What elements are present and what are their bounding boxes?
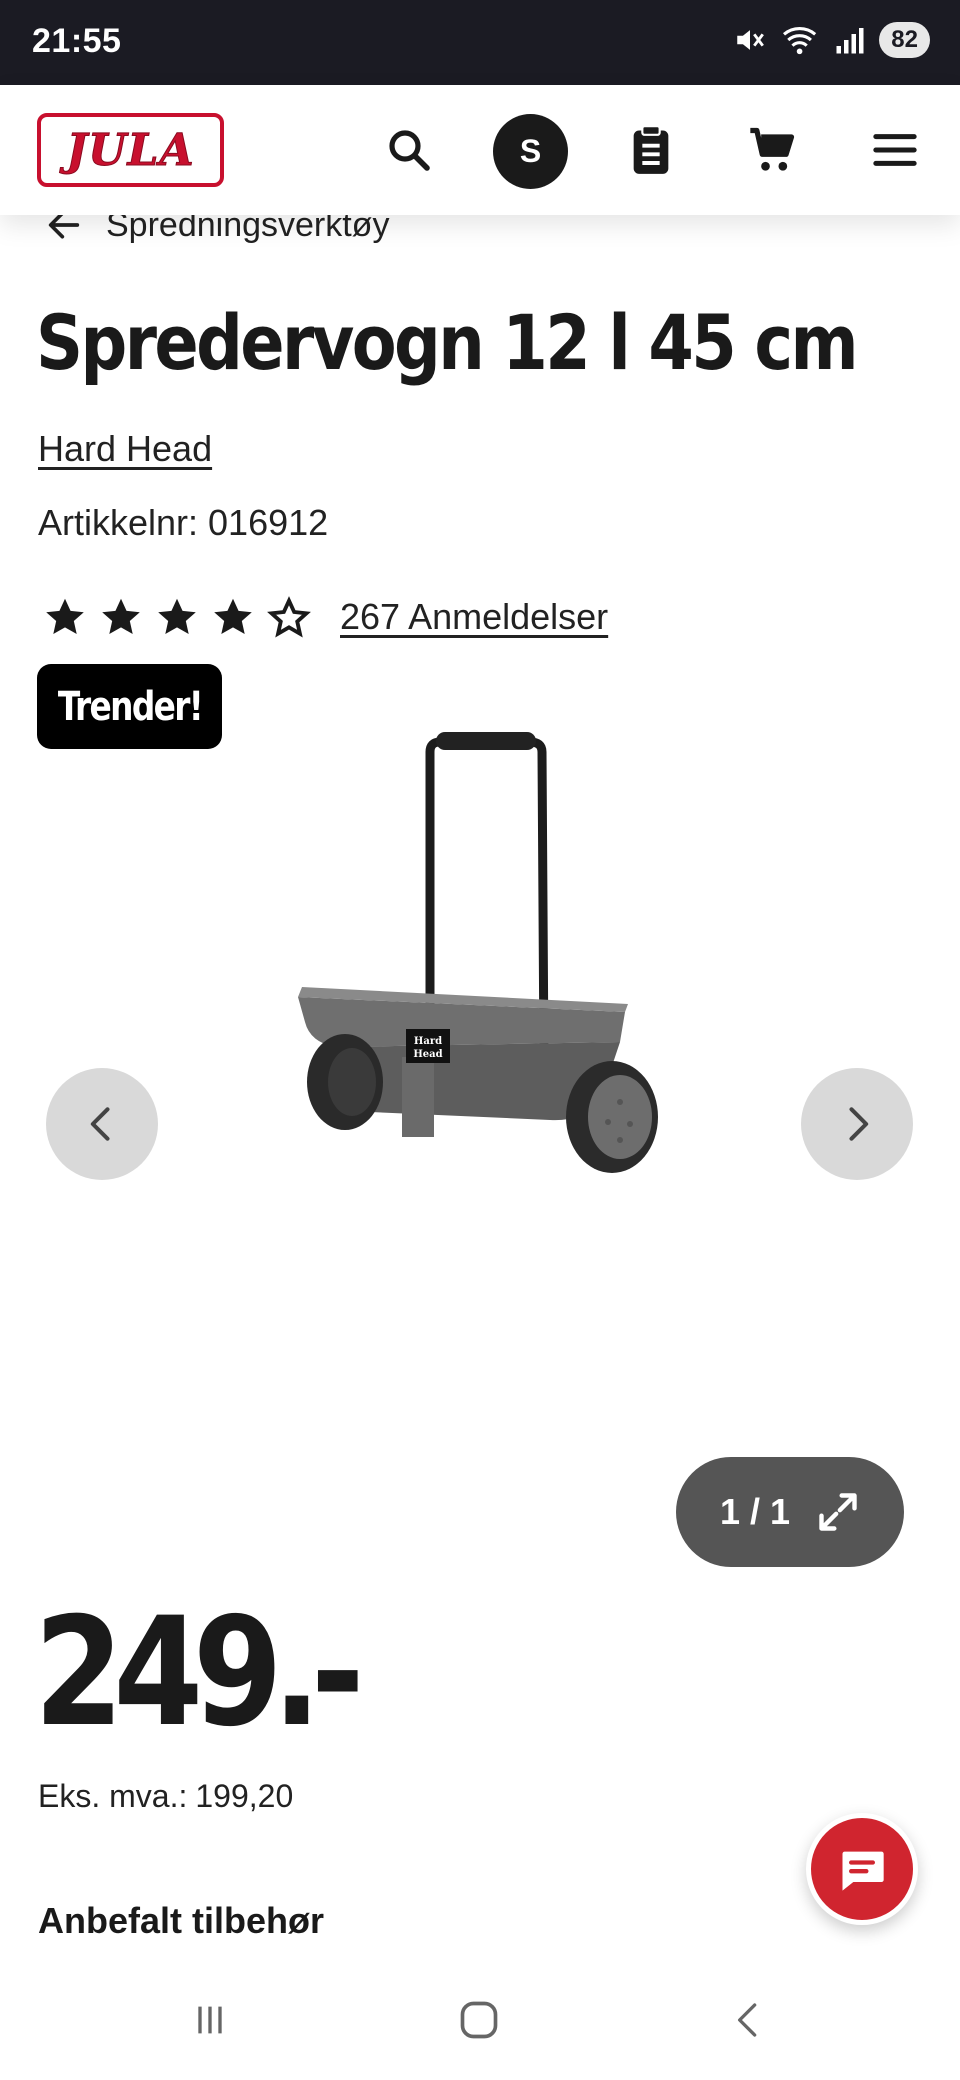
home-button[interactable] [449,1990,509,2050]
star-full-icon [102,598,140,635]
chat-button[interactable] [806,1813,918,1925]
rating[interactable]: 267 Anmeldelser [42,594,608,640]
battery-indicator: 82 [879,22,930,58]
recommended-accessories-title: Anbefalt tilbehør [38,1900,324,1941]
gallery-prev-button[interactable] [46,1068,158,1180]
shopping-list-button[interactable] [616,115,686,185]
jula-logo[interactable]: JULA [37,113,224,187]
back-button[interactable] [718,1990,778,2050]
star-full-icon [46,598,84,635]
logo-text: JULA [66,124,195,176]
svg-text:Head: Head [413,1049,442,1060]
signal-icon [836,28,864,54]
star-outline-icon [267,596,311,638]
reviews-link[interactable]: 267 Anmeldelser [340,596,608,638]
back-icon [738,2003,757,2037]
clipboard-icon [633,125,669,174]
status-icons: 82 [733,22,930,58]
mute-icon [737,30,765,50]
chat-icon [842,1851,884,1891]
product-title: Spredervogn 12 l 45 cm [36,298,859,387]
home-icon [460,2001,498,2039]
ex-vat-value: 199,20 [195,1778,294,1814]
menu-icon [873,134,917,166]
status-time: 21:55 [32,22,122,60]
search-button[interactable] [374,115,444,185]
star-full-icon [158,598,196,635]
gallery-next-button[interactable] [801,1068,913,1180]
product-image[interactable]: Hard Head [280,722,680,1222]
recents-icon [198,2006,222,2034]
cart-button[interactable] [737,115,807,185]
site-header: JULA S [0,85,960,215]
wifi-icon [783,27,817,55]
menu-button[interactable] [860,115,930,185]
article-value: 016912 [208,502,329,543]
price-ex-vat: Eks. mva.: 199,20 [38,1778,293,1815]
recents-button[interactable] [180,1990,240,2050]
chevron-left-icon [90,1107,110,1141]
ex-vat-label: Eks. mva.: [38,1778,188,1814]
search-icon [389,130,430,171]
status-bar: 21:55 82 [0,0,960,85]
expand-icon [819,1493,857,1531]
system-navigation-bar [0,1960,960,2080]
gallery-counter[interactable]: 1 / 1 [676,1457,904,1567]
image-brand-text: Hard [414,1036,442,1047]
star-full-icon [214,598,252,635]
brand-link[interactable]: Hard Head [38,428,212,470]
article-label: Artikkelnr: [38,502,199,543]
user-avatar[interactable]: S [493,114,568,189]
cart-icon [750,127,795,171]
gallery-counter-label: 1 / 1 [719,1491,791,1532]
price: 249.- [34,1586,365,1760]
product-gallery: Hard Head 1 / 1 [0,700,960,1567]
chevron-right-icon [849,1107,869,1141]
article-number: Artikkelnr: 016912 [38,502,328,544]
